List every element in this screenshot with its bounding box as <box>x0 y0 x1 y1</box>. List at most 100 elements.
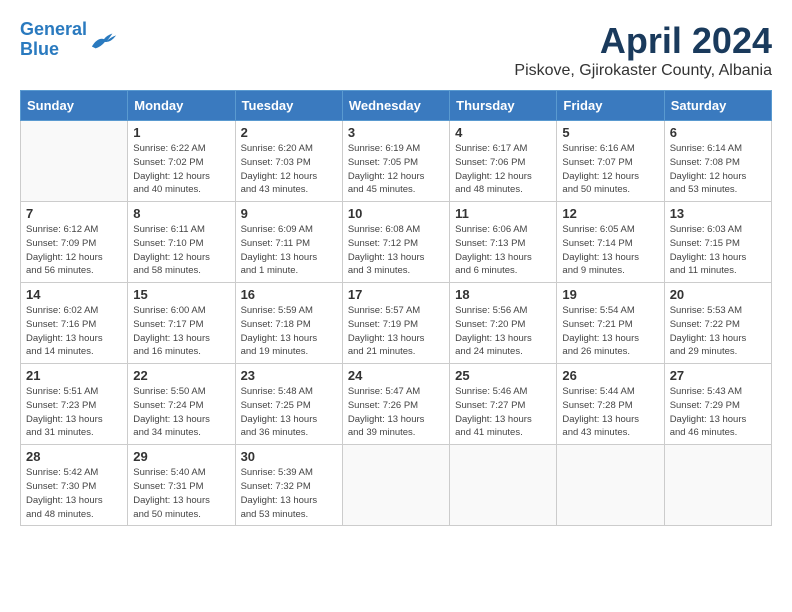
day-number: 12 <box>562 206 658 221</box>
day-number: 8 <box>133 206 229 221</box>
day-info: Sunrise: 5:39 AMSunset: 7:32 PMDaylight:… <box>241 466 337 521</box>
day-info: Sunrise: 6:20 AMSunset: 7:03 PMDaylight:… <box>241 142 337 197</box>
day-info: Sunrise: 6:08 AMSunset: 7:12 PMDaylight:… <box>348 223 444 278</box>
day-info: Sunrise: 6:16 AMSunset: 7:07 PMDaylight:… <box>562 142 658 197</box>
day-number: 30 <box>241 449 337 464</box>
calendar-cell: 7Sunrise: 6:12 AMSunset: 7:09 PMDaylight… <box>21 202 128 283</box>
day-info: Sunrise: 5:47 AMSunset: 7:26 PMDaylight:… <box>348 385 444 440</box>
calendar-cell: 2 Sunrise: 6:20 AMSunset: 7:03 PMDaylight… <box>235 121 342 202</box>
day-info: Sunrise: 6:11 AMSunset: 7:10 PMDaylight:… <box>133 223 229 278</box>
logo-bird-icon <box>90 29 118 51</box>
logo: GeneralBlue <box>20 20 118 60</box>
day-number: 25 <box>455 368 551 383</box>
day-number: 2 <box>241 125 337 140</box>
weekday-header: Monday <box>128 91 235 121</box>
day-number: 29 <box>133 449 229 464</box>
day-info: Sunrise: 5:42 AMSunset: 7:30 PMDaylight:… <box>26 466 122 521</box>
day-number: 18 <box>455 287 551 302</box>
day-number: 11 <box>455 206 551 221</box>
day-info: Sunrise: 6:12 AMSunset: 7:09 PMDaylight:… <box>26 223 122 278</box>
calendar-cell: 30 Sunrise: 5:39 AMSunset: 7:32 PMDayligh… <box>235 445 342 526</box>
calendar-cell <box>450 445 557 526</box>
calendar-cell: 26 Sunrise: 5:44 AMSunset: 7:28 PMDayligh… <box>557 364 664 445</box>
day-number: 4 <box>455 125 551 140</box>
calendar-cell: 4 Sunrise: 6:17 AMSunset: 7:06 PMDaylight… <box>450 121 557 202</box>
calendar-cell: 25 Sunrise: 5:46 AMSunset: 7:27 PMDayligh… <box>450 364 557 445</box>
day-number: 3 <box>348 125 444 140</box>
day-number: 16 <box>241 287 337 302</box>
calendar-cell: 14 Sunrise: 6:02 AMSunset: 7:16 PMDayligh… <box>21 283 128 364</box>
calendar-cell: 8 Sunrise: 6:11 AMSunset: 7:10 PMDaylight… <box>128 202 235 283</box>
calendar-header-row: SundayMondayTuesdayWednesdayThursdayFrid… <box>21 91 772 121</box>
day-number: 24 <box>348 368 444 383</box>
calendar-week-row: 21 Sunrise: 5:51 AMSunset: 7:23 PMDayligh… <box>21 364 772 445</box>
calendar-cell: 13 Sunrise: 6:03 AMSunset: 7:15 PMDayligh… <box>664 202 771 283</box>
calendar-cell: 19 Sunrise: 5:54 AMSunset: 7:21 PMDayligh… <box>557 283 664 364</box>
month-title: April 2024 <box>514 20 772 62</box>
day-info: Sunrise: 6:09 AMSunset: 7:11 PMDaylight:… <box>241 223 337 278</box>
day-info: Sunrise: 5:57 AMSunset: 7:19 PMDaylight:… <box>348 304 444 359</box>
location-title: Piskove, Gjirokaster County, Albania <box>514 62 772 80</box>
day-number: 26 <box>562 368 658 383</box>
calendar-cell: 28 Sunrise: 5:42 AMSunset: 7:30 PMDayligh… <box>21 445 128 526</box>
calendar-cell <box>664 445 771 526</box>
day-number: 14 <box>26 287 122 302</box>
day-info: Sunrise: 5:43 AMSunset: 7:29 PMDaylight:… <box>670 385 766 440</box>
calendar-cell: 6Sunrise: 6:14 AMSunset: 7:08 PMDaylight… <box>664 121 771 202</box>
day-info: Sunrise: 6:19 AMSunset: 7:05 PMDaylight:… <box>348 142 444 197</box>
weekday-header: Thursday <box>450 91 557 121</box>
day-info: Sunrise: 6:05 AMSunset: 7:14 PMDaylight:… <box>562 223 658 278</box>
day-info: Sunrise: 5:53 AMSunset: 7:22 PMDaylight:… <box>670 304 766 359</box>
weekday-header: Tuesday <box>235 91 342 121</box>
day-number: 1 <box>133 125 229 140</box>
page-header: GeneralBlue April 2024 Piskove, Gjirokas… <box>20 20 772 80</box>
day-number: 21 <box>26 368 122 383</box>
weekday-header: Saturday <box>664 91 771 121</box>
day-info: Sunrise: 6:17 AMSunset: 7:06 PMDaylight:… <box>455 142 551 197</box>
day-number: 15 <box>133 287 229 302</box>
day-info: Sunrise: 6:06 AMSunset: 7:13 PMDaylight:… <box>455 223 551 278</box>
calendar-cell: 11 Sunrise: 6:06 AMSunset: 7:13 PMDayligh… <box>450 202 557 283</box>
calendar-cell: 12 Sunrise: 6:05 AMSunset: 7:14 PMDayligh… <box>557 202 664 283</box>
day-info: Sunrise: 5:59 AMSunset: 7:18 PMDaylight:… <box>241 304 337 359</box>
calendar-cell: 18 Sunrise: 5:56 AMSunset: 7:20 PMDayligh… <box>450 283 557 364</box>
calendar-cell <box>342 445 449 526</box>
day-number: 6 <box>670 125 766 140</box>
calendar-cell: 3 Sunrise: 6:19 AMSunset: 7:05 PMDaylight… <box>342 121 449 202</box>
day-number: 27 <box>670 368 766 383</box>
calendar-cell: 23 Sunrise: 5:48 AMSunset: 7:25 PMDayligh… <box>235 364 342 445</box>
day-number: 28 <box>26 449 122 464</box>
day-number: 13 <box>670 206 766 221</box>
day-info: Sunrise: 6:02 AMSunset: 7:16 PMDaylight:… <box>26 304 122 359</box>
day-number: 22 <box>133 368 229 383</box>
calendar-week-row: 14 Sunrise: 6:02 AMSunset: 7:16 PMDayligh… <box>21 283 772 364</box>
calendar-cell: 20 Sunrise: 5:53 AMSunset: 7:22 PMDayligh… <box>664 283 771 364</box>
calendar-cell: 9Sunrise: 6:09 AMSunset: 7:11 PMDaylight… <box>235 202 342 283</box>
calendar-table: SundayMondayTuesdayWednesdayThursdayFrid… <box>20 90 772 526</box>
day-number: 19 <box>562 287 658 302</box>
calendar-cell <box>557 445 664 526</box>
calendar-cell: 17Sunrise: 5:57 AMSunset: 7:19 PMDayligh… <box>342 283 449 364</box>
day-info: Sunrise: 5:44 AMSunset: 7:28 PMDaylight:… <box>562 385 658 440</box>
calendar-cell: 24 Sunrise: 5:47 AMSunset: 7:26 PMDayligh… <box>342 364 449 445</box>
day-info: Sunrise: 6:00 AMSunset: 7:17 PMDaylight:… <box>133 304 229 359</box>
day-number: 20 <box>670 287 766 302</box>
weekday-header: Friday <box>557 91 664 121</box>
weekday-header: Wednesday <box>342 91 449 121</box>
calendar-cell: 21 Sunrise: 5:51 AMSunset: 7:23 PMDayligh… <box>21 364 128 445</box>
day-info: Sunrise: 5:54 AMSunset: 7:21 PMDaylight:… <box>562 304 658 359</box>
day-info: Sunrise: 6:03 AMSunset: 7:15 PMDaylight:… <box>670 223 766 278</box>
calendar-cell: 22Sunrise: 5:50 AMSunset: 7:24 PMDayligh… <box>128 364 235 445</box>
day-number: 10 <box>348 206 444 221</box>
day-number: 23 <box>241 368 337 383</box>
day-info: Sunrise: 5:46 AMSunset: 7:27 PMDaylight:… <box>455 385 551 440</box>
day-info: Sunrise: 6:22 AMSunset: 7:02 PMDaylight:… <box>133 142 229 197</box>
day-number: 5 <box>562 125 658 140</box>
calendar-cell: 29 Sunrise: 5:40 AMSunset: 7:31 PMDayligh… <box>128 445 235 526</box>
day-info: Sunrise: 5:56 AMSunset: 7:20 PMDaylight:… <box>455 304 551 359</box>
day-info: Sunrise: 5:48 AMSunset: 7:25 PMDaylight:… <box>241 385 337 440</box>
day-info: Sunrise: 5:40 AMSunset: 7:31 PMDaylight:… <box>133 466 229 521</box>
weekday-header: Sunday <box>21 91 128 121</box>
day-info: Sunrise: 5:51 AMSunset: 7:23 PMDaylight:… <box>26 385 122 440</box>
logo-text: GeneralBlue <box>20 20 87 60</box>
